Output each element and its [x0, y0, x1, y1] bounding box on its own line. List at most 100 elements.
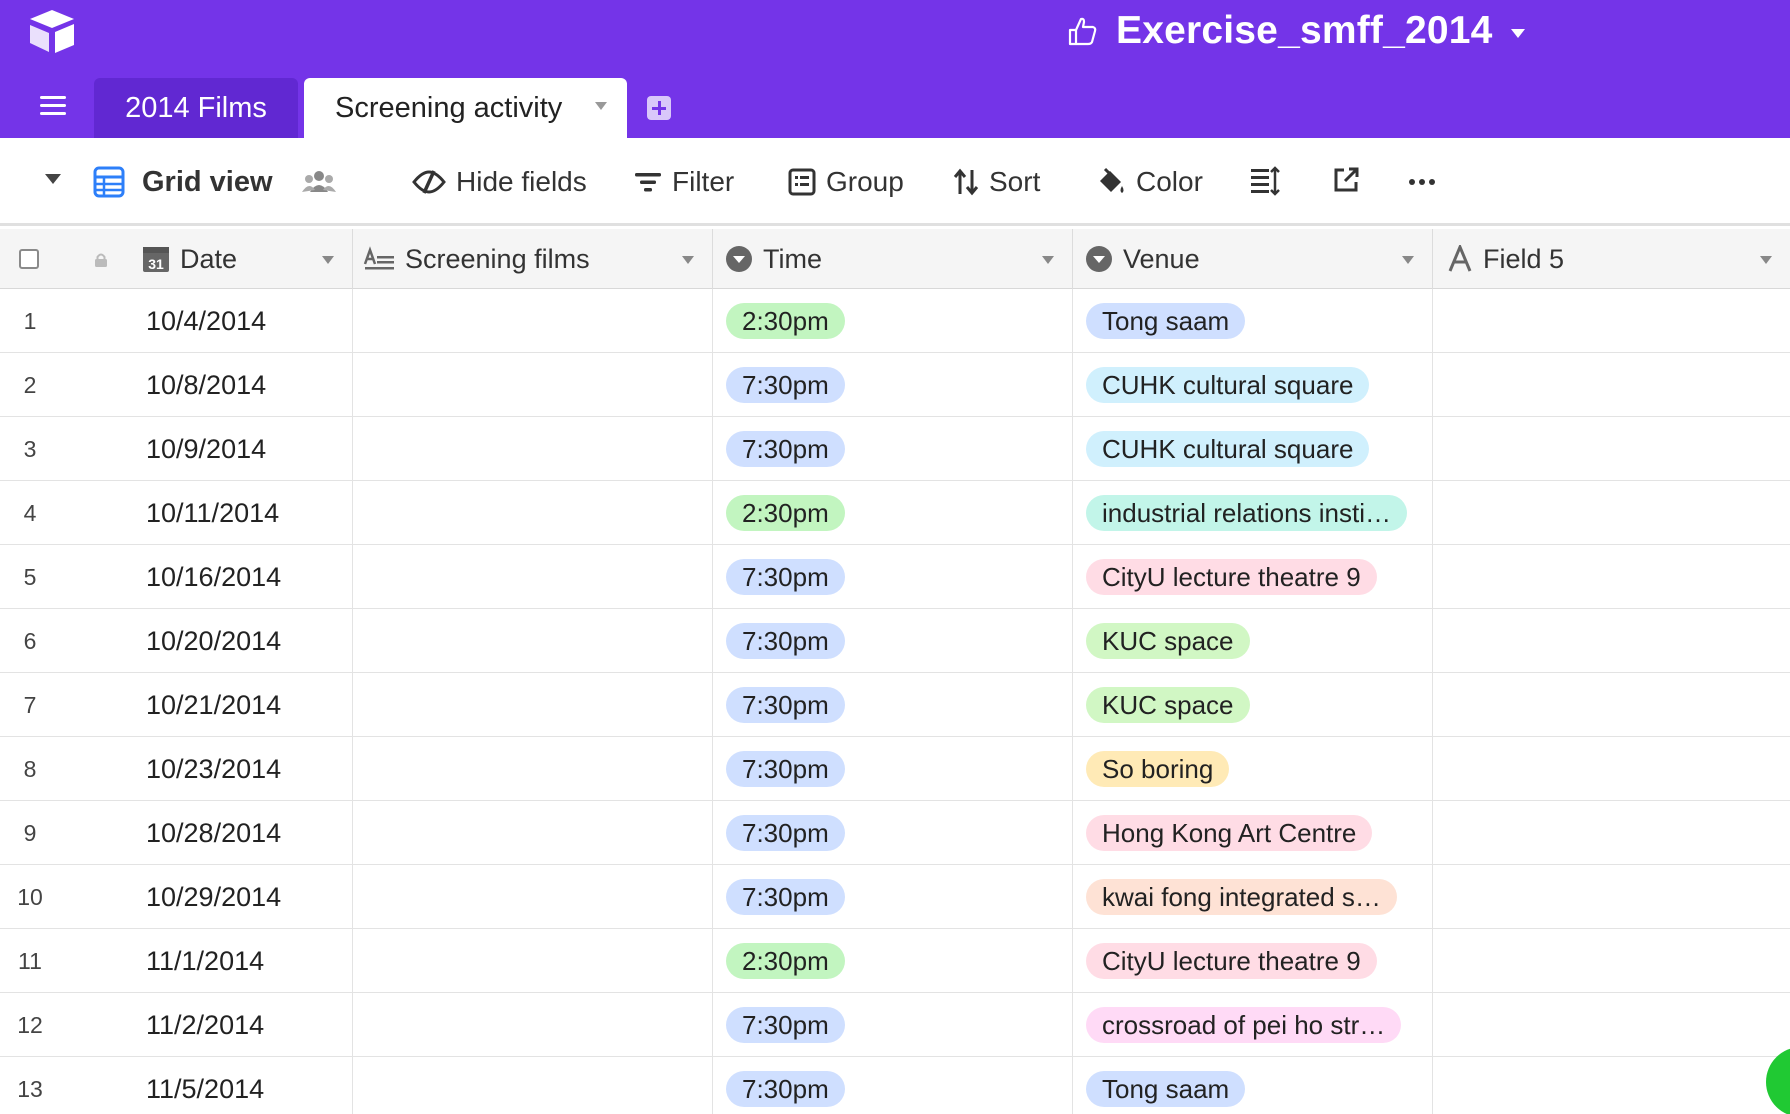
- time-cell[interactable]: 7:30pm: [713, 545, 1073, 609]
- tab-2014-films[interactable]: 2014 Films: [94, 78, 298, 138]
- table-row[interactable]: 10 10/29/2014 7:30pm kwai fong integrated s…: [0, 865, 1790, 929]
- column-header-time[interactable]: Time: [713, 229, 1073, 289]
- screening-films-cell[interactable]: [353, 737, 713, 801]
- table-row[interactable]: 12 11/2/2014 7:30pm crossroad of pei ho str…: [0, 993, 1790, 1057]
- time-cell[interactable]: 7:30pm: [713, 801, 1073, 865]
- base-title-menu[interactable]: Exercise_smff_2014: [1066, 6, 1525, 56]
- chevron-down-icon[interactable]: [322, 256, 334, 264]
- date-cell[interactable]: 10/8/2014: [120, 353, 353, 417]
- select-all-checkbox[interactable]: [19, 249, 39, 269]
- row-height-icon[interactable]: [1250, 166, 1280, 196]
- field-5-cell[interactable]: [1433, 737, 1790, 801]
- venue-cell[interactable]: Tong saam: [1073, 1057, 1433, 1114]
- venue-cell[interactable]: Tong saam: [1073, 289, 1433, 353]
- screening-films-cell[interactable]: [353, 545, 713, 609]
- field-5-cell[interactable]: [1433, 545, 1790, 609]
- time-cell[interactable]: 7:30pm: [713, 865, 1073, 929]
- table-row[interactable]: 8 10/23/2014 7:30pm So boring: [0, 737, 1790, 801]
- column-header-date[interactable]: 31 Date: [120, 229, 353, 289]
- screening-films-cell[interactable]: [353, 289, 713, 353]
- hide-fields-button[interactable]: Hide fields: [412, 164, 587, 200]
- venue-cell[interactable]: Hong Kong Art Centre: [1073, 801, 1433, 865]
- screening-films-cell[interactable]: [353, 673, 713, 737]
- share-view-icon[interactable]: [1332, 166, 1360, 194]
- field-5-cell[interactable]: [1433, 865, 1790, 929]
- screening-films-cell[interactable]: [353, 929, 713, 993]
- chevron-down-icon[interactable]: [595, 102, 607, 110]
- screening-films-cell[interactable]: [353, 353, 713, 417]
- date-cell[interactable]: 10/9/2014: [120, 417, 353, 481]
- table-row[interactable]: 6 10/20/2014 7:30pm KUC space: [0, 609, 1790, 673]
- table-row[interactable]: 11 11/1/2014 2:30pm CityU lecture theatre 9: [0, 929, 1790, 993]
- date-cell[interactable]: 11/1/2014: [120, 929, 353, 993]
- screening-films-cell[interactable]: [353, 993, 713, 1057]
- view-name[interactable]: Grid view: [142, 166, 273, 199]
- table-row[interactable]: 9 10/28/2014 7:30pm Hong Kong Art Centre: [0, 801, 1790, 865]
- time-cell[interactable]: 7:30pm: [713, 353, 1073, 417]
- time-cell[interactable]: 7:30pm: [713, 993, 1073, 1057]
- date-cell[interactable]: 10/20/2014: [120, 609, 353, 673]
- tab-screening-activity[interactable]: Screening activity: [304, 78, 627, 138]
- date-cell[interactable]: 10/16/2014: [120, 545, 353, 609]
- table-row[interactable]: 1 10/4/2014 2:30pm Tong saam: [0, 289, 1790, 353]
- venue-cell[interactable]: So boring: [1073, 737, 1433, 801]
- venue-cell[interactable]: crossroad of pei ho str…: [1073, 993, 1433, 1057]
- field-5-cell[interactable]: [1433, 929, 1790, 993]
- sort-button[interactable]: Sort: [953, 164, 1040, 200]
- collaborators-icon[interactable]: [302, 168, 336, 196]
- chevron-down-icon[interactable]: [1042, 256, 1054, 264]
- time-cell[interactable]: 2:30pm: [713, 929, 1073, 993]
- field-5-cell[interactable]: [1433, 609, 1790, 673]
- time-cell[interactable]: 7:30pm: [713, 737, 1073, 801]
- screening-films-cell[interactable]: [353, 417, 713, 481]
- date-cell[interactable]: 10/21/2014: [120, 673, 353, 737]
- table-row[interactable]: 5 10/16/2014 7:30pm CityU lecture theatre 9: [0, 545, 1790, 609]
- time-cell[interactable]: 7:30pm: [713, 673, 1073, 737]
- hamburger-menu-icon[interactable]: [40, 96, 66, 116]
- venue-cell[interactable]: CityU lecture theatre 9: [1073, 929, 1433, 993]
- screening-films-cell[interactable]: [353, 609, 713, 673]
- date-cell[interactable]: 10/4/2014: [120, 289, 353, 353]
- group-button[interactable]: Group: [788, 164, 904, 200]
- field-5-cell[interactable]: [1433, 673, 1790, 737]
- chevron-down-icon[interactable]: [1402, 256, 1414, 264]
- time-cell[interactable]: 7:30pm: [713, 1057, 1073, 1114]
- table-row[interactable]: 13 11/5/2014 7:30pm Tong saam: [0, 1057, 1790, 1114]
- chevron-down-icon[interactable]: [1760, 256, 1772, 264]
- field-5-cell[interactable]: [1433, 417, 1790, 481]
- more-options-icon[interactable]: [1408, 178, 1436, 186]
- venue-cell[interactable]: CUHK cultural square: [1073, 417, 1433, 481]
- table-row[interactable]: 4 10/11/2014 2:30pm industrial relations in…: [0, 481, 1790, 545]
- screening-films-cell[interactable]: [353, 865, 713, 929]
- column-header-venue[interactable]: Venue: [1073, 229, 1433, 289]
- screening-films-cell[interactable]: [353, 1057, 713, 1114]
- field-5-cell[interactable]: [1433, 289, 1790, 353]
- screening-films-cell[interactable]: [353, 481, 713, 545]
- column-header-field-5[interactable]: Field 5: [1433, 229, 1790, 289]
- date-cell[interactable]: 11/5/2014: [120, 1057, 353, 1114]
- venue-cell[interactable]: kwai fong integrated s…: [1073, 865, 1433, 929]
- field-5-cell[interactable]: [1433, 801, 1790, 865]
- field-5-cell[interactable]: [1433, 353, 1790, 417]
- view-switcher-toggle-icon[interactable]: [45, 174, 61, 184]
- screening-films-cell[interactable]: [353, 801, 713, 865]
- venue-cell[interactable]: KUC space: [1073, 673, 1433, 737]
- venue-cell[interactable]: industrial relations insti…: [1073, 481, 1433, 545]
- field-5-cell[interactable]: [1433, 481, 1790, 545]
- airtable-logo-icon[interactable]: [26, 8, 78, 56]
- date-cell[interactable]: 10/11/2014: [120, 481, 353, 545]
- time-cell[interactable]: 2:30pm: [713, 289, 1073, 353]
- date-cell[interactable]: 10/28/2014: [120, 801, 353, 865]
- time-cell[interactable]: 7:30pm: [713, 609, 1073, 673]
- table-row[interactable]: 3 10/9/2014 7:30pm CUHK cultural square: [0, 417, 1790, 481]
- table-row[interactable]: 2 10/8/2014 7:30pm CUHK cultural square: [0, 353, 1790, 417]
- column-header-screening-films[interactable]: Screening films: [353, 229, 713, 289]
- filter-button[interactable]: Filter: [634, 164, 734, 200]
- venue-cell[interactable]: KUC space: [1073, 609, 1433, 673]
- venue-cell[interactable]: CUHK cultural square: [1073, 353, 1433, 417]
- add-table-icon[interactable]: [647, 96, 671, 120]
- date-cell[interactable]: 10/29/2014: [120, 865, 353, 929]
- chevron-down-icon[interactable]: [682, 256, 694, 264]
- date-cell[interactable]: 11/2/2014: [120, 993, 353, 1057]
- date-cell[interactable]: 10/23/2014: [120, 737, 353, 801]
